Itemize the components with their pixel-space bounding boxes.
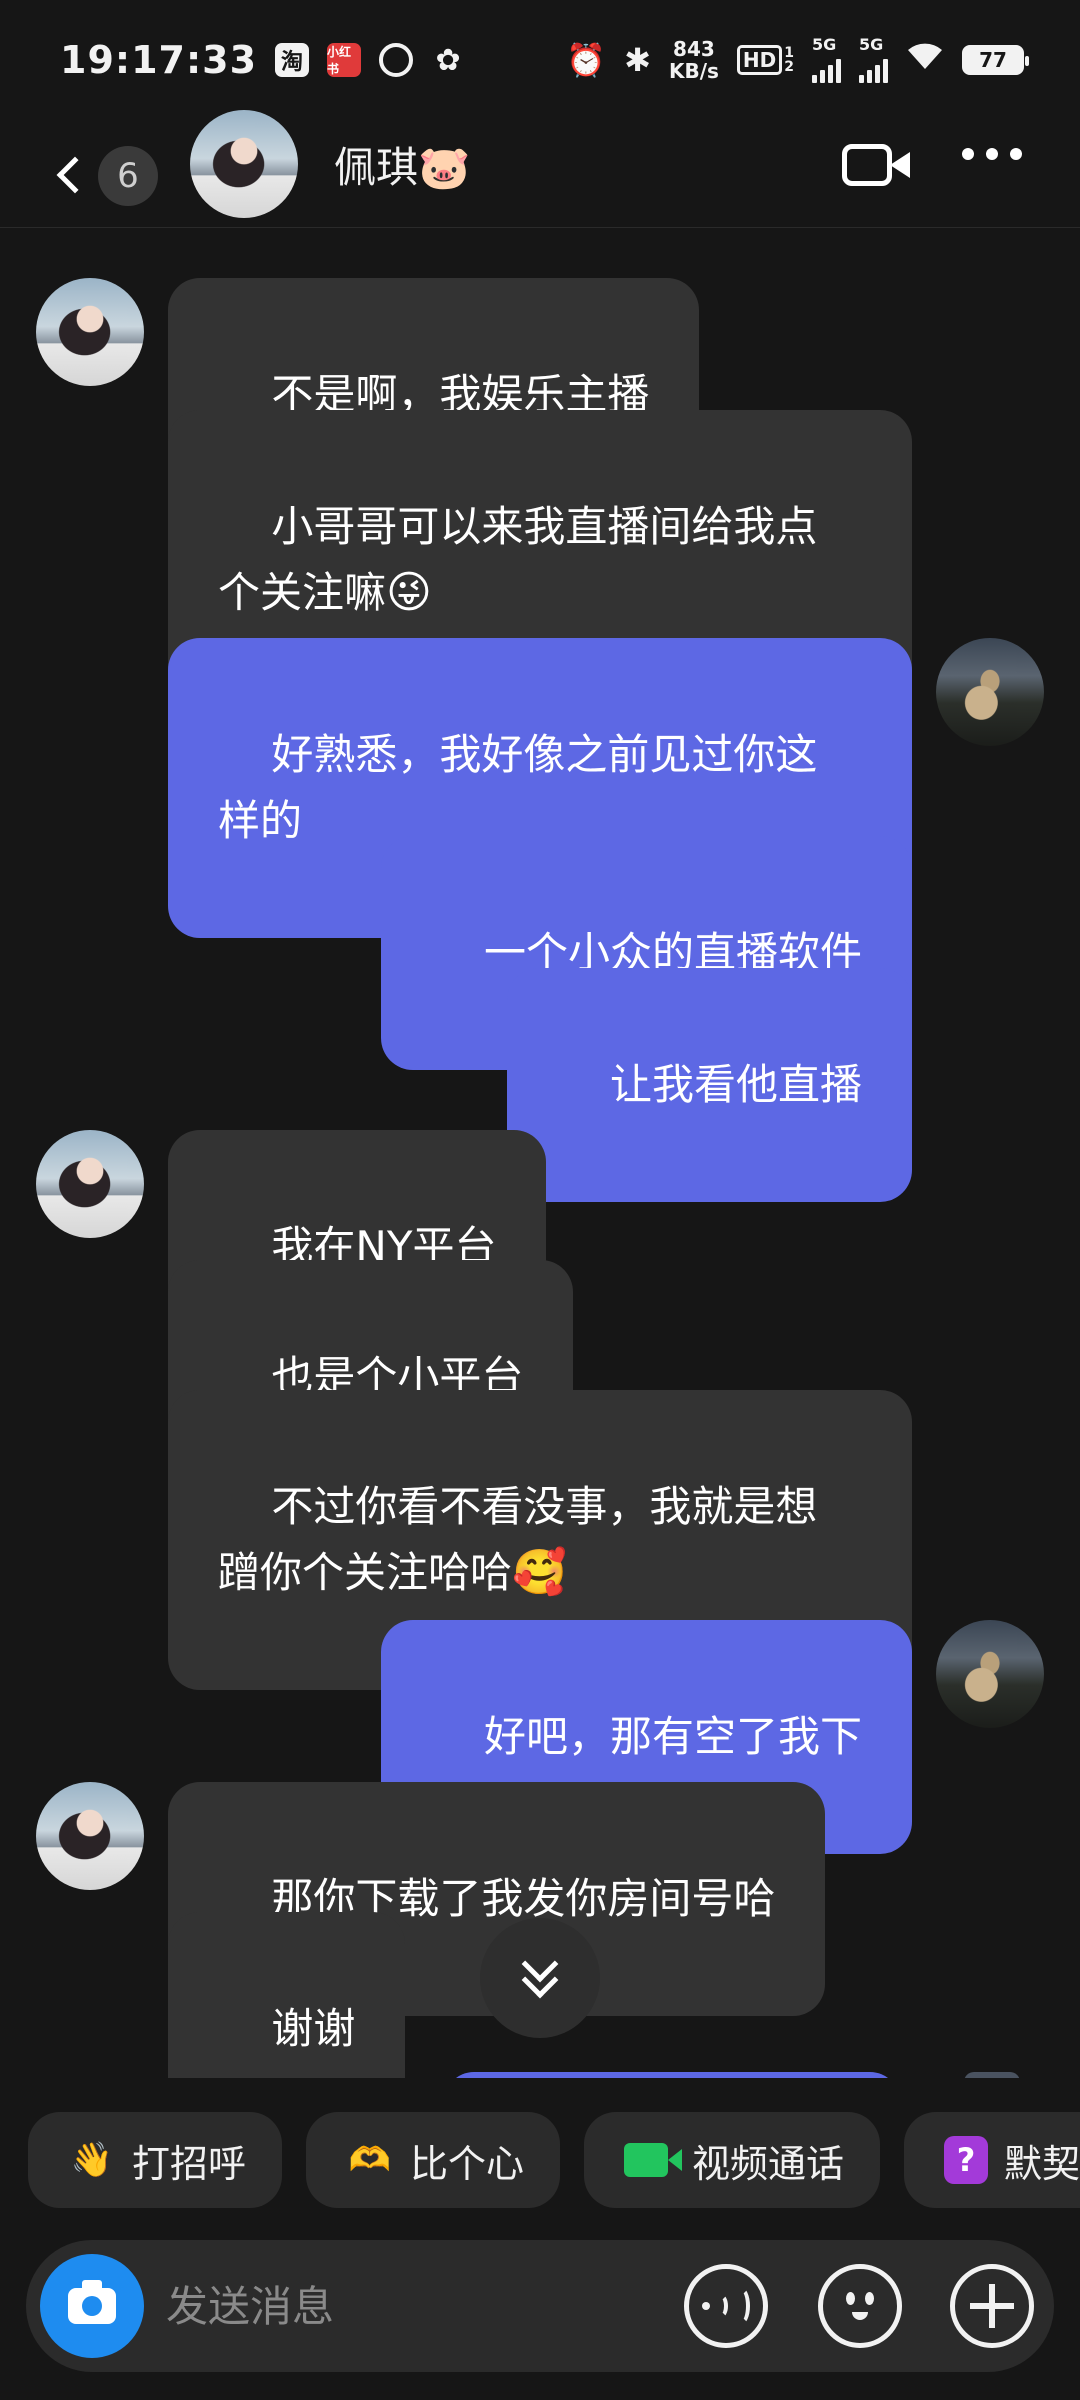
- emoji-button[interactable]: [818, 2264, 902, 2348]
- message-input[interactable]: [166, 2270, 686, 2342]
- greet-chip[interactable]: 👋 打招呼: [28, 2112, 282, 2208]
- chevron-left-icon: [56, 156, 94, 194]
- my-message-avatar-partial[interactable]: [964, 2072, 1020, 2078]
- signal-2-icon: 5G: [859, 37, 888, 83]
- status-bar: 19:17:33 淘 小红书 ✿ ⏰ ✱ 843 KB/s HD 1 2 5G …: [0, 0, 1080, 120]
- wechat-notification-icon: ✿: [435, 42, 461, 78]
- scroll-to-bottom-button[interactable]: [480, 1918, 600, 2038]
- unread-count-badge: 6: [98, 146, 158, 206]
- smiling-face-emoji: 🥰: [512, 1547, 567, 1598]
- heart-chip[interactable]: 🫶 比个心: [306, 2112, 560, 2208]
- message-text: 好吧，那有空了我下: [483, 1712, 862, 1761]
- dot: [962, 148, 974, 160]
- video-camera-lens: [890, 152, 910, 178]
- hd-sub-top: 1: [784, 45, 794, 61]
- taobao-notification-icon: 淘: [275, 43, 310, 77]
- message-text: 让我看他直播: [609, 1060, 862, 1109]
- plus-icon: [970, 2284, 1014, 2328]
- hd-sub-bottom: 2: [784, 59, 794, 75]
- message-text: 谢谢: [271, 2004, 356, 2053]
- tacit-chip[interactable]: ? 默契: [904, 2112, 1080, 2208]
- bluetooth-icon: ✱: [624, 41, 651, 79]
- heart-sticker-icon: 🫶: [348, 2140, 392, 2180]
- quick-actions-bar: 👋 打招呼 🫶 比个心 视频通话 ? 默契: [0, 2112, 1080, 2208]
- my-message-avatar[interactable]: [936, 1620, 1044, 1728]
- xiaohongshu-notification-icon: 小红书: [327, 43, 362, 77]
- back-button[interactable]: 6: [52, 140, 172, 210]
- voice-message-button[interactable]: [684, 2264, 768, 2348]
- more-options-button[interactable]: [962, 148, 1022, 160]
- message-bubble-outgoing[interactable]: 让我看他直播: [506, 968, 912, 1202]
- status-left: 19:17:33 淘 小红书 ✿: [60, 38, 465, 82]
- dot: [986, 148, 998, 160]
- video-call-button[interactable]: [842, 140, 914, 190]
- chip-label: 比个心: [409, 2141, 524, 2186]
- network-type-1: 5G: [812, 35, 837, 54]
- signal-1-icon: 5G: [812, 37, 841, 83]
- status-right: ⏰ ✱ 843 KB/s HD 1 2 5G 5G 77: [566, 37, 1029, 83]
- my-message-avatar[interactable]: [936, 638, 1044, 746]
- wifi-icon: [906, 41, 944, 79]
- browser-notification-icon: [379, 43, 414, 77]
- message-bubble-outgoing-partial[interactable]: [444, 2072, 900, 2078]
- battery-icon: 77: [962, 45, 1029, 75]
- alarm-icon: ⏰: [566, 41, 607, 79]
- network-speed-unit: KB/s: [668, 59, 719, 83]
- contact-message-avatar[interactable]: [36, 1782, 144, 1890]
- winking-face-emoji: 😜: [386, 567, 432, 618]
- camera-icon: [68, 2280, 116, 2324]
- message-input-bar: [26, 2240, 1054, 2372]
- message-text: 小哥哥可以来我直播间给我点 个关注嘛: [218, 502, 818, 617]
- contact-message-avatar[interactable]: [36, 278, 144, 386]
- contact-avatar[interactable]: [190, 110, 298, 218]
- wave-sticker-icon: 👋: [70, 2140, 114, 2180]
- chip-label: 默契: [1003, 2141, 1080, 2186]
- contact-name[interactable]: 佩琪🐷: [334, 134, 470, 195]
- voice-wave-icon: [702, 2287, 750, 2325]
- network-type-2: 5G: [859, 35, 884, 54]
- message-text: 好熟悉，我好像之前见过你这 样的: [218, 730, 818, 845]
- smiley-face-icon: [838, 2284, 882, 2328]
- message-list[interactable]: 不是啊，我娱乐主播 小哥哥可以来我直播间给我点 个关注嘛😜 好熟悉，我好像之前见…: [0, 228, 1080, 2078]
- video-call-chip[interactable]: 视频通话: [584, 2112, 880, 2208]
- chip-label: 打招呼: [131, 2141, 246, 2186]
- camera-button[interactable]: [40, 2254, 144, 2358]
- chat-header: 6 佩琪🐷: [0, 110, 1080, 228]
- status-time: 19:17:33: [60, 38, 258, 82]
- question-icon: ?: [944, 2136, 988, 2184]
- network-speed: 843 KB/s: [669, 38, 719, 82]
- hd-voice-indicator: HD 1 2: [736, 45, 794, 75]
- chip-label: 视频通话: [691, 2141, 844, 2186]
- network-speed-value: 843: [673, 37, 715, 61]
- message-bubble-incoming[interactable]: 谢谢: [168, 1912, 406, 2078]
- contact-message-avatar[interactable]: [36, 1130, 144, 1238]
- more-attachments-button[interactable]: [950, 2264, 1034, 2348]
- video-call-icon: [624, 2143, 682, 2177]
- hd-voice-icon: HD: [736, 45, 783, 75]
- video-camera-icon: [842, 144, 892, 186]
- dot: [1010, 148, 1022, 160]
